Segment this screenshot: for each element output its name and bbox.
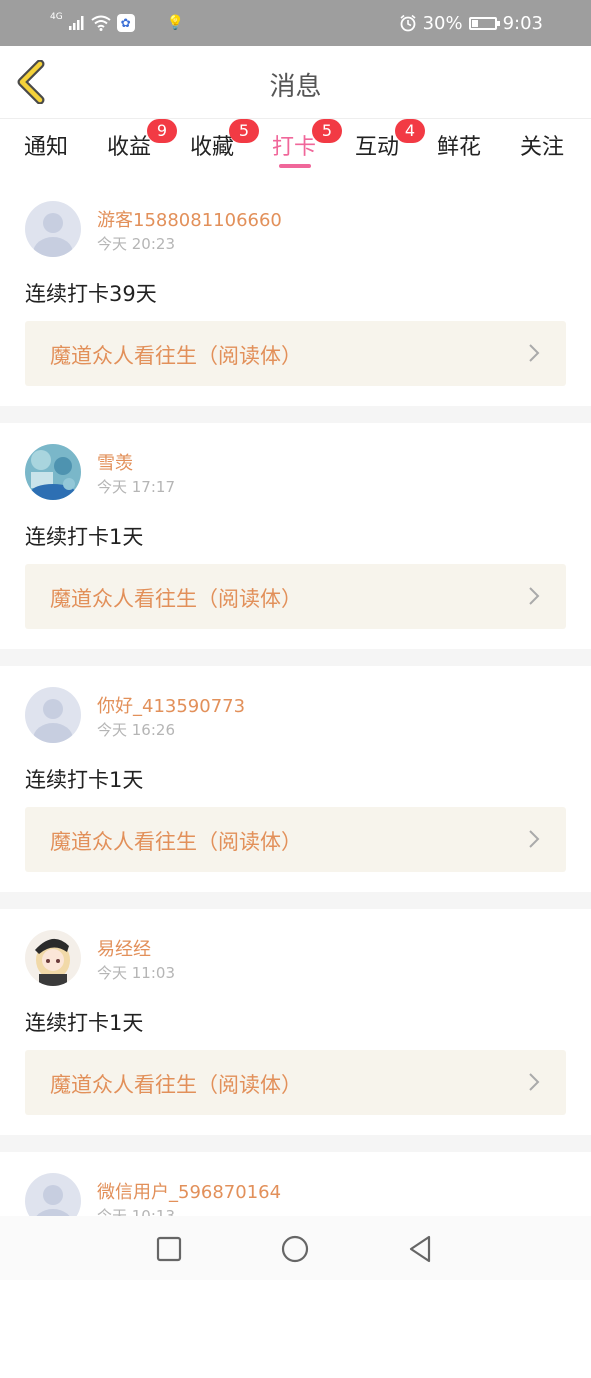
tab-label: 互动 xyxy=(355,135,400,160)
book-link[interactable]: 魔道众人看往生（阅读体） xyxy=(25,321,566,386)
checkin-text: 连续打卡1天 xyxy=(25,525,144,549)
active-tab-indicator xyxy=(279,164,311,168)
interactions-count-badge: 4 xyxy=(395,119,425,143)
message-list: 游客1588081106660 今天 20:23 连续打卡39天 魔道众人看往生… xyxy=(0,180,591,1378)
bulb-icon: 💡 xyxy=(166,15,185,31)
photo-avatar[interactable] xyxy=(25,444,81,500)
tab-notifications[interactable]: 通知 xyxy=(24,129,68,161)
timestamp: 今天 20:23 xyxy=(97,235,175,253)
book-title: 魔道众人看往生（阅读体） xyxy=(50,344,302,368)
wifi-icon xyxy=(91,15,111,31)
username[interactable]: 易经经 xyxy=(97,935,151,961)
username[interactable]: 游客1588081106660 xyxy=(97,206,282,232)
checkin-text: 连续打卡39天 xyxy=(25,282,157,306)
card-divider xyxy=(0,892,591,909)
message-card: 你好_413590773 今天 16:26 连续打卡1天 魔道众人看往生（阅读体… xyxy=(0,666,591,892)
tab-favorites[interactable]: 收藏 5 xyxy=(190,119,259,161)
message-card: 游客1588081106660 今天 20:23 连续打卡39天 魔道众人看往生… xyxy=(0,180,591,406)
tab-bar: 通知 收益 9 收藏 5 打卡 5 互动 4 鲜花 关注 xyxy=(0,118,591,169)
signal-icon xyxy=(68,16,84,30)
card-divider xyxy=(0,649,591,666)
system-nav-bar xyxy=(0,1216,591,1280)
default-avatar[interactable] xyxy=(25,687,81,743)
tab-interactions[interactable]: 互动 4 xyxy=(355,119,425,161)
tab-earnings[interactable]: 收益 9 xyxy=(107,119,177,161)
battery-percent: 30% xyxy=(422,12,463,34)
clock: 9:03 xyxy=(502,12,543,34)
tab-label: 通知 xyxy=(24,135,69,160)
status-bar: 4G ✿ 💡 30% 9:03 xyxy=(0,0,591,46)
tab-label: 打卡 xyxy=(272,135,317,160)
book-link[interactable]: 魔道众人看往生（阅读体） xyxy=(25,1050,566,1115)
status-right: 30% 9:03 xyxy=(399,10,543,36)
tab-label: 收益 xyxy=(107,135,152,160)
battery-icon xyxy=(468,16,500,30)
tab-checkin[interactable]: 打卡 5 xyxy=(272,119,342,161)
book-link[interactable]: 魔道众人看往生（阅读体） xyxy=(25,564,566,629)
chevron-right-icon xyxy=(529,587,540,605)
tab-label: 关注 xyxy=(520,135,565,160)
default-avatar[interactable] xyxy=(25,201,81,257)
tab-flowers[interactable]: 鲜花 xyxy=(437,129,481,161)
chevron-right-icon xyxy=(529,344,540,362)
chevron-right-icon xyxy=(529,830,540,848)
home-circle-icon[interactable] xyxy=(278,1232,312,1266)
page-title: 消息 xyxy=(269,72,322,102)
username[interactable]: 雪羡 xyxy=(97,449,133,475)
back-triangle-icon[interactable] xyxy=(404,1232,438,1266)
baidu-app-icon: ✿ xyxy=(116,14,135,32)
earnings-count-badge: 9 xyxy=(147,119,177,143)
book-title: 魔道众人看往生（阅读体） xyxy=(50,1073,302,1097)
status-left: 4G ✿ 💡 xyxy=(50,10,184,36)
chevron-right-icon xyxy=(529,1073,540,1091)
favorites-count-badge: 5 xyxy=(229,119,259,143)
network-type: 4G xyxy=(50,12,63,22)
tab-following[interactable]: 关注 xyxy=(520,129,564,161)
timestamp: 今天 17:17 xyxy=(97,478,175,496)
checkin-text: 连续打卡1天 xyxy=(25,1011,144,1035)
book-title: 魔道众人看往生（阅读体） xyxy=(50,587,302,611)
app-header: 消息 xyxy=(0,46,591,118)
card-divider xyxy=(0,406,591,423)
anime-avatar[interactable] xyxy=(25,930,81,986)
timestamp: 今天 11:03 xyxy=(97,964,175,982)
tab-label: 鲜花 xyxy=(437,135,482,160)
username[interactable]: 你好_413590773 xyxy=(97,692,245,718)
tab-label: 收藏 xyxy=(190,135,235,160)
book-title: 魔道众人看往生（阅读体） xyxy=(50,830,302,854)
message-card: 易经经 今天 11:03 连续打卡1天 魔道众人看往生（阅读体） xyxy=(0,909,591,1135)
message-card: 雪羡 今天 17:17 连续打卡1天 魔道众人看往生（阅读体） xyxy=(0,423,591,649)
username[interactable]: 微信用户_596870164 xyxy=(97,1178,281,1204)
timestamp: 今天 16:26 xyxy=(97,721,175,739)
checkin-count-badge: 5 xyxy=(312,119,342,143)
checkin-text: 连续打卡1天 xyxy=(25,768,144,792)
card-divider xyxy=(0,1135,591,1152)
book-link[interactable]: 魔道众人看往生（阅读体） xyxy=(25,807,566,872)
alarm-icon xyxy=(400,14,416,32)
recents-square-icon[interactable] xyxy=(152,1232,186,1266)
